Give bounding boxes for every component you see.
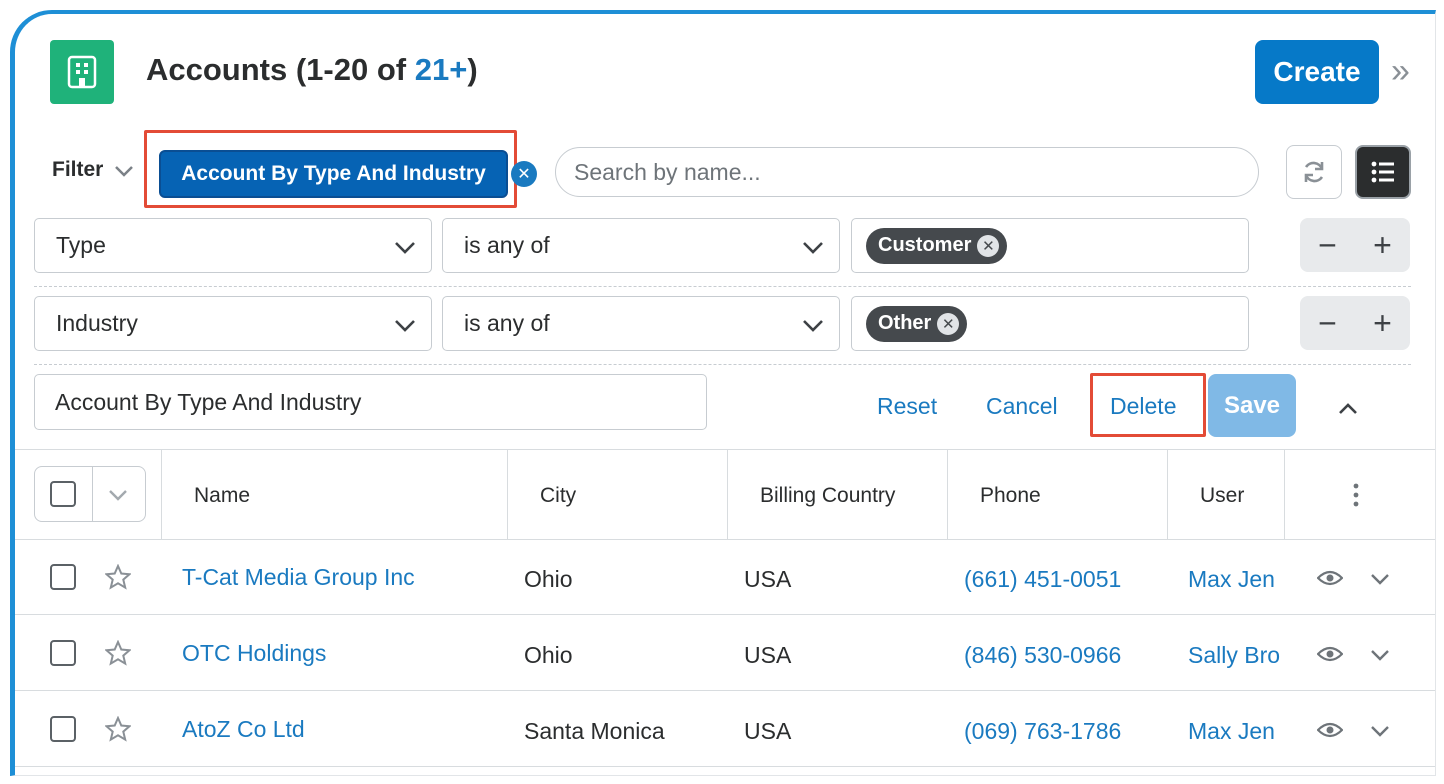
phone-link[interactable]: (661) 451-0051	[964, 566, 1121, 593]
title-suffix: )	[467, 52, 478, 87]
phone-link[interactable]: (069) 763-1786	[964, 718, 1121, 745]
filter-value-field[interactable]: Customer ✕	[851, 218, 1249, 273]
reset-button[interactable]: Reset	[877, 393, 937, 420]
star-icon[interactable]	[105, 564, 131, 590]
filter-field-select[interactable]: Industry	[34, 296, 432, 351]
column-header-phone[interactable]: Phone	[980, 484, 1041, 508]
country-cell: USA	[744, 642, 792, 668]
column-divider	[507, 449, 508, 539]
row-add-remove: − +	[1300, 296, 1410, 350]
user-link[interactable]: Max Jen	[1188, 718, 1286, 745]
account-name-link[interactable]: AtoZ Co Ltd	[182, 716, 305, 743]
filter-field-value: Type	[56, 232, 106, 258]
filter-operator-select[interactable]: is any of	[442, 218, 840, 273]
record-count[interactable]: 21+	[415, 52, 468, 87]
column-divider	[947, 449, 948, 539]
table-row: OTC Holdings Ohio USA (846) 530-0966 Sal…	[15, 615, 1435, 690]
tag-label: Other	[878, 312, 932, 334]
remove-tag-icon[interactable]: ✕	[977, 234, 1000, 257]
cancel-button[interactable]: Cancel	[986, 393, 1058, 420]
chevron-down-icon	[803, 242, 823, 254]
filter-operator-value: is any of	[464, 310, 550, 336]
chevron-down-icon[interactable]	[107, 484, 129, 506]
account-name-link[interactable]: T-Cat Media Group Inc	[182, 564, 415, 591]
column-divider	[1284, 449, 1285, 539]
remove-tag-icon[interactable]: ✕	[937, 312, 960, 335]
plus-icon[interactable]: +	[1373, 305, 1392, 342]
accounts-panel: Accounts (1-20 of 21+) Create » Filter A…	[10, 10, 1436, 776]
search-input[interactable]: Search by name...	[555, 147, 1259, 197]
row-checkbox[interactable]	[50, 640, 76, 666]
eye-icon[interactable]	[1317, 644, 1343, 664]
chevron-down-icon[interactable]	[1369, 568, 1391, 590]
row-checkbox[interactable]	[50, 564, 76, 590]
filter-field-select[interactable]: Type	[34, 218, 432, 273]
row-divider	[15, 766, 1435, 767]
divider	[34, 286, 1411, 287]
refresh-button[interactable]	[1286, 145, 1342, 199]
collapse-sidebar-icon[interactable]: »	[1391, 54, 1410, 88]
filter-operator-value: is any of	[464, 232, 550, 258]
building-icon	[50, 40, 114, 104]
table-row: AtoZ Co Ltd Santa Monica USA (069) 763-1…	[15, 691, 1435, 766]
tag-label: Customer	[878, 234, 972, 256]
chevron-down-icon[interactable]	[113, 160, 135, 187]
account-name-link[interactable]: OTC Holdings	[182, 640, 326, 667]
highlight-box	[1090, 373, 1206, 437]
select-all-control[interactable]	[34, 466, 146, 522]
filter-value-field[interactable]: Other ✕	[851, 296, 1249, 351]
filter-label[interactable]: Filter	[52, 158, 103, 182]
filter-operator-select[interactable]: is any of	[442, 296, 840, 351]
column-divider	[161, 449, 162, 539]
page-title: Accounts (1-20 of 21+)	[146, 52, 478, 88]
more-vertical-icon[interactable]	[1350, 482, 1362, 513]
minus-icon[interactable]: −	[1318, 305, 1337, 342]
user-link[interactable]: Max Jen	[1188, 566, 1286, 593]
chevron-down-icon	[395, 320, 415, 332]
chevron-down-icon[interactable]	[1369, 720, 1391, 742]
column-divider	[1167, 449, 1168, 539]
row-checkbox[interactable]	[50, 716, 76, 742]
title-text: Accounts (1-20 of	[146, 52, 415, 87]
city-cell: Ohio	[524, 566, 573, 592]
city-cell: Ohio	[524, 642, 573, 668]
plus-icon[interactable]: +	[1373, 227, 1392, 264]
select-all-checkbox[interactable]	[50, 481, 76, 507]
highlight-box	[144, 130, 517, 208]
chevron-down-icon[interactable]	[1369, 644, 1391, 666]
column-header-city[interactable]: City	[540, 484, 576, 508]
star-icon[interactable]	[105, 716, 131, 742]
chevron-up-icon[interactable]	[1337, 398, 1359, 425]
table-row: T-Cat Media Group Inc Ohio USA (661) 451…	[15, 540, 1435, 614]
country-cell: USA	[744, 718, 792, 744]
minus-icon[interactable]: −	[1318, 227, 1337, 264]
eye-icon[interactable]	[1317, 568, 1343, 588]
divider	[34, 364, 1411, 365]
row-add-remove: − +	[1300, 218, 1410, 272]
eye-icon[interactable]	[1317, 720, 1343, 740]
divider	[92, 467, 93, 521]
country-cell: USA	[744, 566, 792, 592]
chevron-down-icon	[803, 320, 823, 332]
list-view-icon	[1371, 161, 1394, 183]
star-icon[interactable]	[105, 640, 131, 666]
create-button[interactable]: Create	[1255, 40, 1379, 104]
filter-field-value: Industry	[56, 310, 138, 336]
chevron-down-icon	[395, 242, 415, 254]
filter-value-tag: Other ✕	[866, 305, 968, 342]
column-header-name[interactable]: Name	[194, 484, 250, 508]
city-cell: Santa Monica	[524, 718, 665, 744]
column-divider	[727, 449, 728, 539]
column-header-billing-country[interactable]: Billing Country	[760, 484, 895, 508]
user-link[interactable]: Sally Bro	[1188, 642, 1286, 669]
phone-link[interactable]: (846) 530-0966	[964, 642, 1121, 669]
list-view-button[interactable]	[1355, 145, 1411, 199]
filter-value-tag: Customer ✕	[866, 227, 1008, 264]
refresh-icon	[1304, 161, 1324, 183]
table-top-border	[15, 449, 1435, 450]
save-button[interactable]: Save	[1208, 374, 1296, 437]
column-header-user[interactable]: User	[1200, 484, 1244, 508]
filter-name-input[interactable]: Account By Type And Industry	[34, 374, 707, 430]
clear-filter-icon[interactable]: ✕	[511, 161, 537, 187]
